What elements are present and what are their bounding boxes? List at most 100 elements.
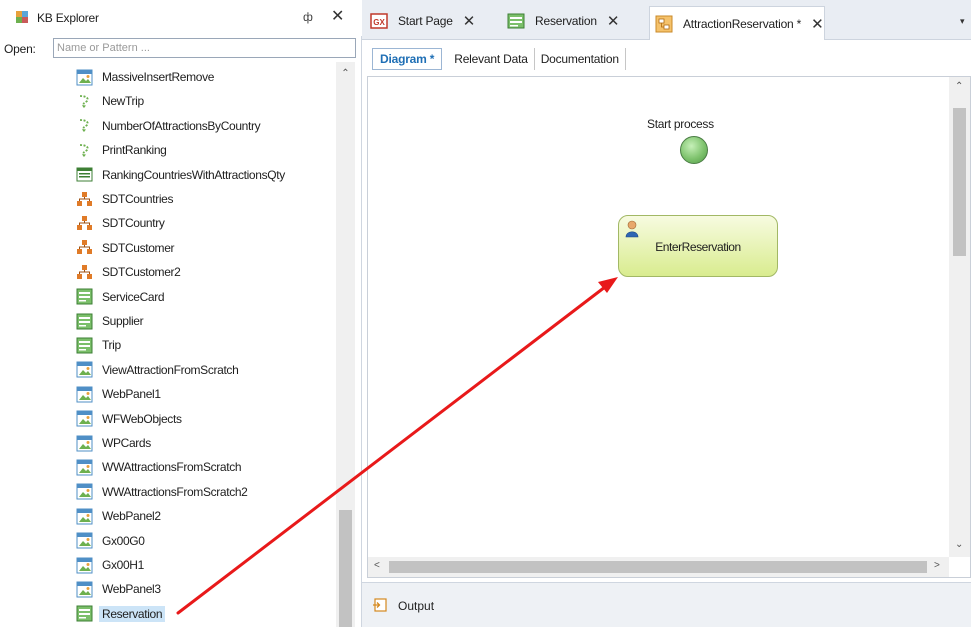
diagram-canvas[interactable]: Start process EnterReservation — [368, 77, 949, 557]
tree-item-label: WebPanel3 — [102, 582, 161, 597]
tab-attraction-reservation[interactable]: AttractionReservation * ✕ — [649, 6, 825, 40]
gx-startpage-icon: GX — [370, 13, 388, 29]
webpanel-icon — [76, 581, 93, 598]
subtab-diagram[interactable]: Diagram * — [372, 48, 443, 70]
kb-explorer-panel: KB Explorer ф ✕ Open: MassiveInsertRemov… — [0, 0, 362, 627]
tree-item[interactable]: NewTrip — [76, 89, 334, 113]
tree-item[interactable]: SDTCountries — [76, 187, 334, 211]
tree-item[interactable]: Trip — [76, 333, 334, 357]
tab-reservation[interactable]: Reservation ✕ — [507, 6, 619, 36]
sdt-icon — [77, 215, 92, 230]
webpanel-icon — [76, 483, 93, 500]
webpanel-icon — [76, 459, 93, 476]
task-label: EnterReservation — [655, 240, 741, 254]
tree-item[interactable]: SDTCustomer2 — [76, 260, 334, 284]
editor-subtabs: Diagram * Relevant Data Documentation — [372, 45, 626, 73]
open-label: Open: — [4, 42, 36, 56]
tree-item[interactable]: ViewAttractionFromScratch — [76, 358, 334, 382]
task-node-enter-reservation[interactable]: EnterReservation — [618, 215, 778, 277]
tree-item-label: WWAttractionsFromScratch — [102, 460, 242, 475]
tree-item-label: Reservation — [99, 605, 166, 622]
tree-item[interactable]: WFWebObjects — [76, 407, 334, 431]
start-process-label: Start process — [647, 117, 714, 131]
tree-item-label: ServiceCard — [102, 289, 165, 304]
tree-item-label: Gx00G0 — [102, 533, 145, 548]
user-task-icon — [625, 220, 639, 238]
tree-item-label: RankingCountriesWithAttractionsQty — [102, 167, 285, 182]
tree-item[interactable]: RankingCountriesWithAttractionsQty — [76, 163, 334, 187]
tree-item-label: WebPanel2 — [102, 509, 161, 524]
document-tabs-bar: GX Start Page ✕ Reservation ✕ Attraction… — [362, 0, 971, 40]
sdt-icon — [77, 264, 92, 279]
tree-item-label: ViewAttractionFromScratch — [102, 362, 239, 377]
document-area: GX Start Page ✕ Reservation ✕ Attraction… — [362, 0, 971, 627]
close-icon[interactable]: ✕ — [331, 6, 344, 26]
bpm-diagram-icon — [655, 15, 673, 32]
vertical-scroll-thumb[interactable] — [953, 108, 966, 256]
open-search-input[interactable] — [53, 38, 356, 58]
tree-item[interactable]: WPCards — [76, 431, 334, 455]
procedure-icon — [79, 119, 89, 133]
tree-item-label: WebPanel1 — [102, 387, 161, 402]
scroll-down-arrow-icon[interactable]: ⌄ — [955, 539, 963, 550]
transaction-icon — [76, 288, 93, 305]
tree-item[interactable]: WebPanel1 — [76, 382, 334, 406]
tree-item-label: PrintRanking — [102, 143, 167, 158]
tree-item[interactable]: Gx00H1 — [76, 553, 334, 577]
tree-item-label: MassiveInsertRemove — [102, 70, 215, 84]
scroll-right-arrow-icon[interactable]: > — [934, 560, 940, 571]
output-icon — [373, 598, 387, 612]
transaction-icon — [76, 337, 93, 354]
kb-object-tree: MassiveInsertRemove NewTrip NumberOfAttrac… — [0, 62, 336, 627]
webpanel-icon — [76, 361, 93, 378]
tree-item-label: WWAttractionsFromScratch2 — [102, 484, 248, 499]
kb-explorer-icon — [16, 11, 28, 23]
webpanel-icon — [76, 435, 93, 451]
webpanel-icon — [76, 557, 93, 573]
webpanel-icon — [76, 410, 93, 427]
tree-item[interactable]: WebPanel2 — [76, 504, 334, 528]
close-tab-icon[interactable]: ✕ — [463, 12, 476, 30]
tree-item[interactable]: SDTCustomer — [76, 236, 334, 260]
close-tab-icon[interactable]: ✕ — [607, 12, 620, 30]
scroll-up-arrow-icon[interactable]: ⌃ — [336, 68, 355, 84]
procedure-icon — [79, 143, 89, 157]
tree-item[interactable]: ServiceCard — [76, 285, 334, 309]
diagram-editor: Start process EnterReservation ⌃ ⌄ < > — [367, 76, 971, 578]
tree-item[interactable]: NumberOfAttractionsByCountry — [76, 114, 334, 138]
scroll-left-arrow-icon[interactable]: < — [374, 560, 380, 571]
tabs-dropdown-icon[interactable]: ▾ — [960, 16, 965, 27]
tree-item[interactable]: Supplier — [76, 309, 334, 333]
diagram-vertical-scrollbar[interactable]: ⌃ ⌄ — [949, 77, 970, 557]
tree-vertical-scrollbar[interactable]: ⌃ — [336, 62, 355, 627]
procedure-icon — [79, 94, 89, 108]
tab-start-page[interactable]: GX Start Page ✕ — [370, 6, 475, 36]
tree-item-label: WFWebObjects — [102, 411, 182, 426]
tree-item[interactable]: PrintRanking — [76, 138, 334, 162]
tree-item[interactable]: SDTCountry — [76, 211, 334, 235]
sdt-icon — [77, 191, 92, 206]
horizontal-scroll-thumb[interactable] — [389, 561, 927, 573]
pin-icon[interactable]: ф — [303, 10, 313, 24]
tree-item-label: NumberOfAttractionsByCountry — [102, 118, 261, 133]
tree-item[interactable]: WWAttractionsFromScratch2 — [76, 480, 334, 504]
tree-item[interactable]: MassiveInsertRemove — [76, 65, 334, 89]
tab-label: AttractionReservation * — [683, 16, 802, 31]
subtab-relevant-data[interactable]: Relevant Data — [448, 48, 535, 70]
scroll-up-arrow-icon[interactable]: ⌃ — [955, 81, 963, 92]
tree-item-label: SDTCustomer2 — [102, 265, 181, 280]
tree-item[interactable]: Reservation — [76, 602, 334, 626]
webpanel-icon — [76, 69, 93, 85]
tree-item[interactable]: WWAttractionsFromScratch — [76, 455, 334, 479]
subtab-documentation[interactable]: Documentation — [535, 48, 626, 70]
output-panel-bar[interactable]: Output — [362, 582, 971, 627]
transaction-icon — [76, 605, 93, 622]
tree-item-label: SDTCustomer — [102, 240, 175, 255]
start-process-node[interactable] — [680, 136, 708, 164]
tree-item[interactable]: Gx00G0 — [76, 529, 334, 553]
diagram-horizontal-scrollbar[interactable]: < > — [368, 557, 949, 577]
tree-scroll-thumb[interactable] — [339, 510, 352, 627]
close-tab-icon[interactable]: ✕ — [811, 15, 824, 33]
output-label: Output — [398, 599, 435, 613]
tree-item[interactable]: WebPanel3 — [76, 577, 334, 601]
